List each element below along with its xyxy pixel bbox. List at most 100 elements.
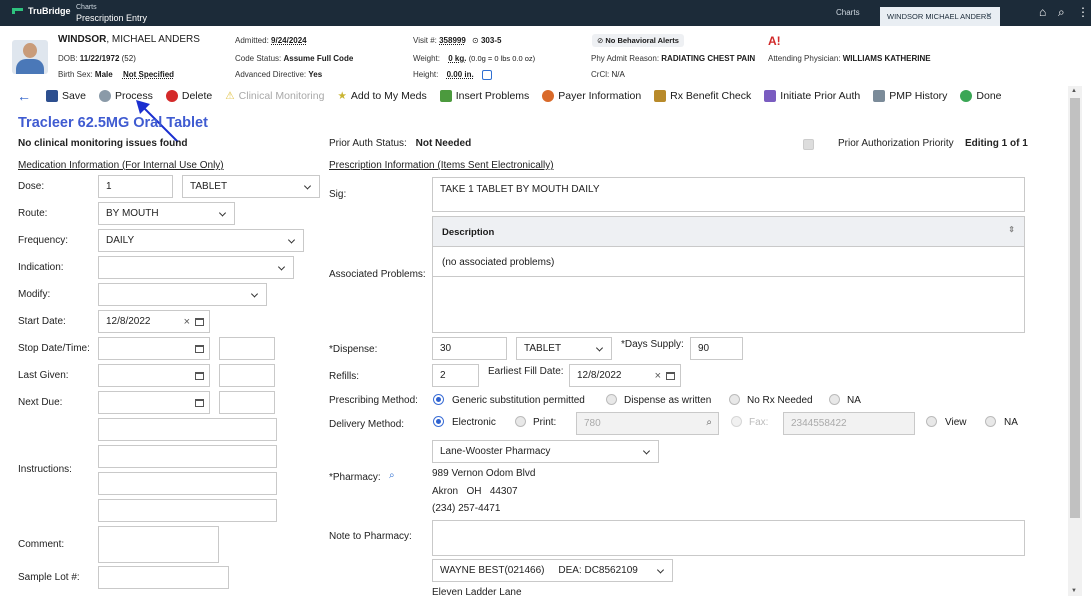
calendar-icon[interactable] — [195, 371, 204, 380]
radio-dispense-as-written[interactable] — [606, 394, 617, 405]
trubridge-logo: TruBridge — [12, 6, 71, 16]
refills-label: Refills: — [329, 371, 360, 382]
sig-label: Sig: — [329, 189, 347, 200]
pmp-history-button[interactable]: PMP History — [873, 90, 947, 102]
close-icon[interactable]: × — [986, 10, 992, 22]
stop-time-input[interactable] — [219, 337, 275, 360]
medication-section-heading[interactable]: Medication Information (For Internal Use… — [18, 160, 224, 171]
instructions-line-1[interactable] — [98, 418, 277, 441]
more-icon[interactable]: ⋮ — [1077, 5, 1089, 19]
fax-input[interactable]: 2344558422 — [783, 412, 915, 435]
start-date-value: 12/8/2022 — [106, 316, 151, 327]
note-to-pharmacy-input[interactable] — [432, 520, 1025, 556]
payer-information-button[interactable]: Payer Information — [542, 90, 641, 102]
radio-view[interactable] — [926, 416, 937, 427]
calendar-icon[interactable] — [195, 317, 204, 326]
pharmacy-search-icon[interactable]: ⌕ — [389, 470, 395, 481]
rx-benefit-check-button[interactable]: Rx Benefit Check — [654, 90, 751, 102]
prescription-section-heading[interactable]: Prescription Information (Items Sent Ele… — [329, 160, 554, 171]
home-icon[interactable]: ⌂ — [1039, 5, 1046, 19]
money-bag-icon — [654, 90, 667, 102]
dose-input[interactable]: 1 — [98, 175, 173, 198]
dispense-unit-select[interactable]: TABLET — [516, 337, 612, 360]
logo-mark-icon — [12, 8, 23, 14]
radio-print[interactable] — [515, 416, 526, 427]
prior-auth-icon — [764, 90, 777, 102]
last-given-time-input[interactable] — [219, 364, 275, 387]
print-value: 780 — [584, 418, 601, 429]
crcl: CrCl: N/A — [591, 70, 625, 79]
route-value: BY MOUTH — [106, 208, 159, 219]
radio-generic-substitution[interactable] — [433, 394, 444, 405]
pharmacy-select[interactable]: Lane-Wooster Pharmacy — [432, 440, 659, 463]
avatar — [12, 40, 48, 74]
admitted-value: 9/24/2024 — [271, 36, 307, 45]
radio-no-rx-needed[interactable] — [729, 394, 740, 405]
sig-input[interactable]: TAKE 1 TABLET BY MOUTH DAILY — [432, 177, 1025, 212]
earliest-fill-input[interactable]: 12/8/2022 × — [569, 364, 681, 387]
scale-icon[interactable] — [481, 70, 492, 80]
search-icon[interactable]: ⌕ — [1058, 5, 1065, 20]
tab-patient[interactable]: WINDSOR MICHAEL ANDERS × — [880, 7, 1000, 26]
sample-lot-input[interactable] — [98, 566, 229, 589]
adv-label: Advanced Directive: — [235, 70, 307, 79]
frequency-select[interactable]: DAILY — [98, 229, 304, 252]
instructions-line-4[interactable] — [98, 499, 277, 522]
radio-fax[interactable] — [731, 416, 742, 427]
scroll-down-icon[interactable]: ▼ — [1071, 588, 1077, 594]
next-due-date-input[interactable] — [98, 391, 210, 414]
back-arrow-icon[interactable]: ← — [17, 88, 31, 104]
indication-select[interactable] — [98, 256, 294, 279]
scrollbar-thumb[interactable] — [1070, 98, 1080, 518]
print-select[interactable]: 780 ⌕ — [576, 412, 719, 435]
clear-icon[interactable]: × — [184, 316, 190, 328]
search-icon[interactable]: ⌕ — [706, 417, 712, 428]
patient-last-name: WINDSOR — [58, 34, 107, 45]
last-given-date-input[interactable] — [98, 364, 210, 387]
pmp-label: PMP History — [889, 90, 948, 102]
behavioral-alerts-badge[interactable]: ⊘ No Behavioral Alerts — [592, 34, 684, 47]
dose-unit-select[interactable]: TABLET — [182, 175, 320, 198]
description-column-header[interactable]: Description ⇕ — [433, 217, 1024, 247]
comment-input[interactable] — [98, 526, 219, 563]
admit-reason: Phy Admit Reason: RADIATING CHEST PAIN — [591, 54, 755, 63]
radio-electronic[interactable] — [433, 416, 444, 427]
days-supply-input[interactable]: 90 — [690, 337, 743, 360]
stop-date-input[interactable] — [98, 337, 210, 360]
scroll-up-icon[interactable]: ▲ — [1071, 88, 1077, 94]
sort-icon[interactable]: ⇕ — [1008, 225, 1015, 234]
calendar-icon[interactable] — [195, 398, 204, 407]
instructions-line-2[interactable] — [98, 445, 277, 468]
prescriber-select[interactable]: WAYNE BEST(021466) DEA: DC8562109 — [432, 559, 673, 582]
crcl-label: CrCl: — [591, 70, 610, 79]
clinical-monitoring-button[interactable]: ⚠ Clinical Monitoring — [225, 90, 324, 102]
clear-icon[interactable]: × — [655, 370, 661, 382]
next-due-time-input[interactable] — [219, 391, 275, 414]
frequency-label: Frequency: — [18, 235, 69, 246]
dispense-input[interactable]: 30 — [432, 337, 507, 360]
calendar-icon[interactable] — [666, 371, 675, 380]
route-select[interactable]: BY MOUTH — [98, 202, 235, 225]
save-button[interactable]: Save — [46, 90, 86, 102]
radio-presc-na[interactable] — [829, 394, 840, 405]
vertical-scrollbar[interactable]: ▲ ▼ — [1068, 86, 1082, 596]
allergy-alert-icon[interactable]: A! — [768, 34, 781, 48]
add-to-my-meds-button[interactable]: ★ Add to My Meds — [337, 90, 426, 102]
calendar-icon[interactable] — [195, 344, 204, 353]
pharmacy-state: OH — [466, 486, 482, 497]
start-date-input[interactable]: 12/8/2022 × — [98, 310, 210, 333]
insert-problems-button[interactable]: Insert Problems — [439, 90, 529, 102]
prior-auth-priority-checkbox[interactable] — [803, 139, 814, 150]
done-button[interactable]: Done — [960, 90, 1002, 102]
page-title: Prescription Entry — [76, 13, 148, 23]
deliv-na-label: NA — [1004, 417, 1018, 428]
instructions-line-3[interactable] — [98, 472, 277, 495]
brand-name: TruBridge — [28, 6, 71, 16]
refills-input[interactable]: 2 — [432, 364, 479, 387]
star-plus-icon: ★ — [337, 90, 347, 102]
modify-select[interactable] — [98, 283, 267, 306]
tab-charts[interactable]: Charts — [836, 8, 860, 17]
visit-label: Visit #: — [413, 36, 437, 45]
radio-deliv-na[interactable] — [985, 416, 996, 427]
initiate-prior-auth-button[interactable]: Initiate Prior Auth — [764, 90, 860, 102]
